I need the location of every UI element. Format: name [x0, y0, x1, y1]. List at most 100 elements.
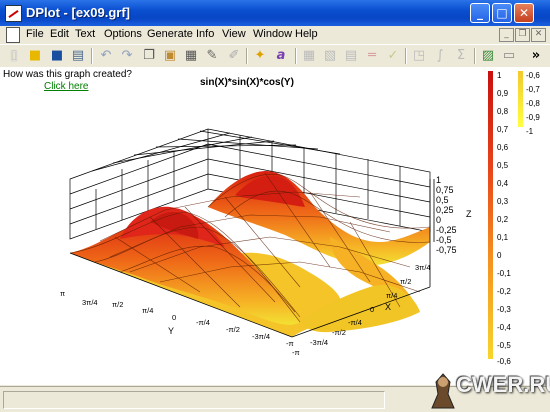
- z-tick: -0,75: [436, 245, 457, 255]
- x-tick: -π/2: [332, 328, 346, 337]
- redo-icon[interactable]: ↷: [119, 48, 135, 64]
- menu-file[interactable]: File: [26, 28, 44, 40]
- open-folder-icon[interactable]: ■: [27, 48, 43, 64]
- minimize-icon: _: [477, 6, 483, 20]
- colorbar-label: -0,9: [526, 113, 540, 122]
- colorbar-label: 0,1: [497, 233, 509, 242]
- colorbar-main: [488, 71, 493, 359]
- menu-bar: File Edit Text Options Generate Info Vie…: [0, 26, 550, 44]
- sum-icon[interactable]: Σ: [453, 48, 469, 64]
- text-icon[interactable]: ✦: [252, 48, 268, 64]
- z-tick: -0,25: [436, 225, 457, 235]
- mdi-restore-button[interactable]: ❐: [515, 28, 530, 42]
- mdi-minimize-button[interactable]: _: [499, 28, 514, 42]
- colorbar-label: 0,7: [497, 125, 509, 134]
- y-tick: 0: [172, 313, 176, 322]
- colorbar-label: 0,8: [497, 107, 509, 116]
- paste-icon[interactable]: ▣: [162, 48, 178, 64]
- z-tick: 0: [436, 215, 441, 225]
- y-tick: -π/2: [226, 325, 240, 334]
- watermark-text: CWER.RU: [456, 372, 550, 397]
- shape-icon[interactable]: ◳: [411, 48, 427, 64]
- app-window: DPlot - [ex09.grf] _ □ ✕ File Edit Text …: [0, 0, 550, 412]
- x-tick: -π/4: [348, 318, 362, 327]
- z-axis-label: Z: [466, 209, 472, 219]
- mdi-close-button[interactable]: ✕: [531, 28, 546, 42]
- menu-window[interactable]: Window: [253, 28, 292, 40]
- x-tick: π/4: [386, 291, 397, 300]
- y-tick: 3π/4: [82, 298, 98, 307]
- document-icon[interactable]: [6, 27, 20, 43]
- x-tick: -π: [292, 348, 300, 357]
- z-tick: 0,75: [436, 185, 454, 195]
- grid-icon[interactable]: ▦: [301, 48, 317, 64]
- surface-plot: 1 0,75 0,5 0,25 0 -0,25 -0,5 -0,75 Z 3π/…: [60, 71, 540, 366]
- x-axis-label: X: [385, 302, 391, 312]
- font-icon[interactable]: a: [273, 48, 289, 64]
- edit-icon[interactable]: ✎: [204, 48, 220, 64]
- window-title: DPlot - [ex09.grf]: [26, 5, 131, 20]
- bold-icon[interactable]: ✐: [226, 48, 242, 64]
- title-bar[interactable]: DPlot - [ex09.grf] _ □ ✕: [0, 0, 550, 26]
- colorbar-label: -0,5: [497, 341, 511, 350]
- colorbar-label: 0,9: [497, 89, 509, 98]
- chart-color-icon[interactable]: ▨: [480, 48, 496, 64]
- colorbar-label: -0,2: [497, 287, 511, 296]
- x-tick: -3π/4: [310, 338, 328, 347]
- integral-icon[interactable]: ∫: [432, 48, 448, 64]
- x-tick: 3π/4: [415, 263, 431, 272]
- toolbar-separator: [246, 48, 248, 64]
- maximize-button[interactable]: □: [492, 3, 512, 23]
- watermark-logo: CWER.RU: [428, 372, 550, 410]
- save-icon[interactable]: ■: [49, 48, 65, 64]
- x-tick: 0: [370, 305, 374, 314]
- undo-icon[interactable]: ↶: [98, 48, 114, 64]
- colorbar-label: 0,5: [497, 161, 509, 170]
- tile-icon[interactable]: ▤: [343, 48, 359, 64]
- copy-icon[interactable]: ❐: [141, 48, 157, 64]
- toolbar-separator: [474, 48, 476, 64]
- z-tick: 0,25: [436, 205, 454, 215]
- colorbar-label: 1: [497, 71, 502, 80]
- toolbar-separator: [91, 48, 93, 64]
- y-tick: π: [60, 289, 65, 298]
- close-icon: ✕: [518, 6, 530, 20]
- menu-info[interactable]: Info: [196, 28, 214, 40]
- z-axis-ticks: 1 0,75 0,5 0,25 0 -0,25 -0,5 -0,75: [436, 175, 457, 255]
- app-icon[interactable]: [5, 5, 22, 22]
- y-tick: -π: [286, 339, 294, 348]
- menu-view[interactable]: View: [222, 28, 246, 40]
- more-icon[interactable]: »: [528, 48, 544, 64]
- print-icon[interactable]: ▤: [70, 48, 86, 64]
- z-tick: -0,5: [436, 235, 452, 245]
- status-pane: [3, 391, 385, 409]
- edit-data-icon[interactable]: ▦: [183, 48, 199, 64]
- toolbar-separator: [295, 48, 297, 64]
- y-tick: -π/4: [196, 318, 210, 327]
- colorbar-label: -0,7: [526, 85, 540, 94]
- menu-text[interactable]: Text: [75, 28, 95, 40]
- copy-window-icon[interactable]: ▭: [501, 48, 517, 64]
- colorbar-label: -0,8: [526, 99, 540, 108]
- colorbar-label: -1: [526, 127, 534, 136]
- menu-help[interactable]: Help: [295, 28, 318, 40]
- y-tick: π/4: [142, 306, 153, 315]
- colorbar-label: 0,2: [497, 215, 509, 224]
- colorbar-label: -0,4: [497, 323, 511, 332]
- y-tick: π/2: [112, 300, 123, 309]
- menu-edit[interactable]: Edit: [50, 28, 69, 40]
- colorbar-label: -0,1: [497, 269, 511, 278]
- colorbar-label: 0,3: [497, 197, 509, 206]
- dash-icon[interactable]: ═: [364, 48, 380, 64]
- minimize-button[interactable]: _: [470, 3, 490, 23]
- check-icon[interactable]: ✓: [385, 48, 401, 64]
- new-file-icon[interactable]: ▯: [6, 48, 22, 64]
- menu-options[interactable]: Options: [104, 28, 142, 40]
- y-axis-label: Y: [168, 326, 174, 336]
- close-button[interactable]: ✕: [514, 3, 534, 23]
- warrior-icon: [431, 373, 455, 409]
- colorbar-label: 0: [497, 251, 502, 260]
- zoom-icon[interactable]: ▧: [322, 48, 338, 64]
- colorbar-label: -0,6: [526, 71, 540, 80]
- menu-generate[interactable]: Generate: [147, 28, 193, 40]
